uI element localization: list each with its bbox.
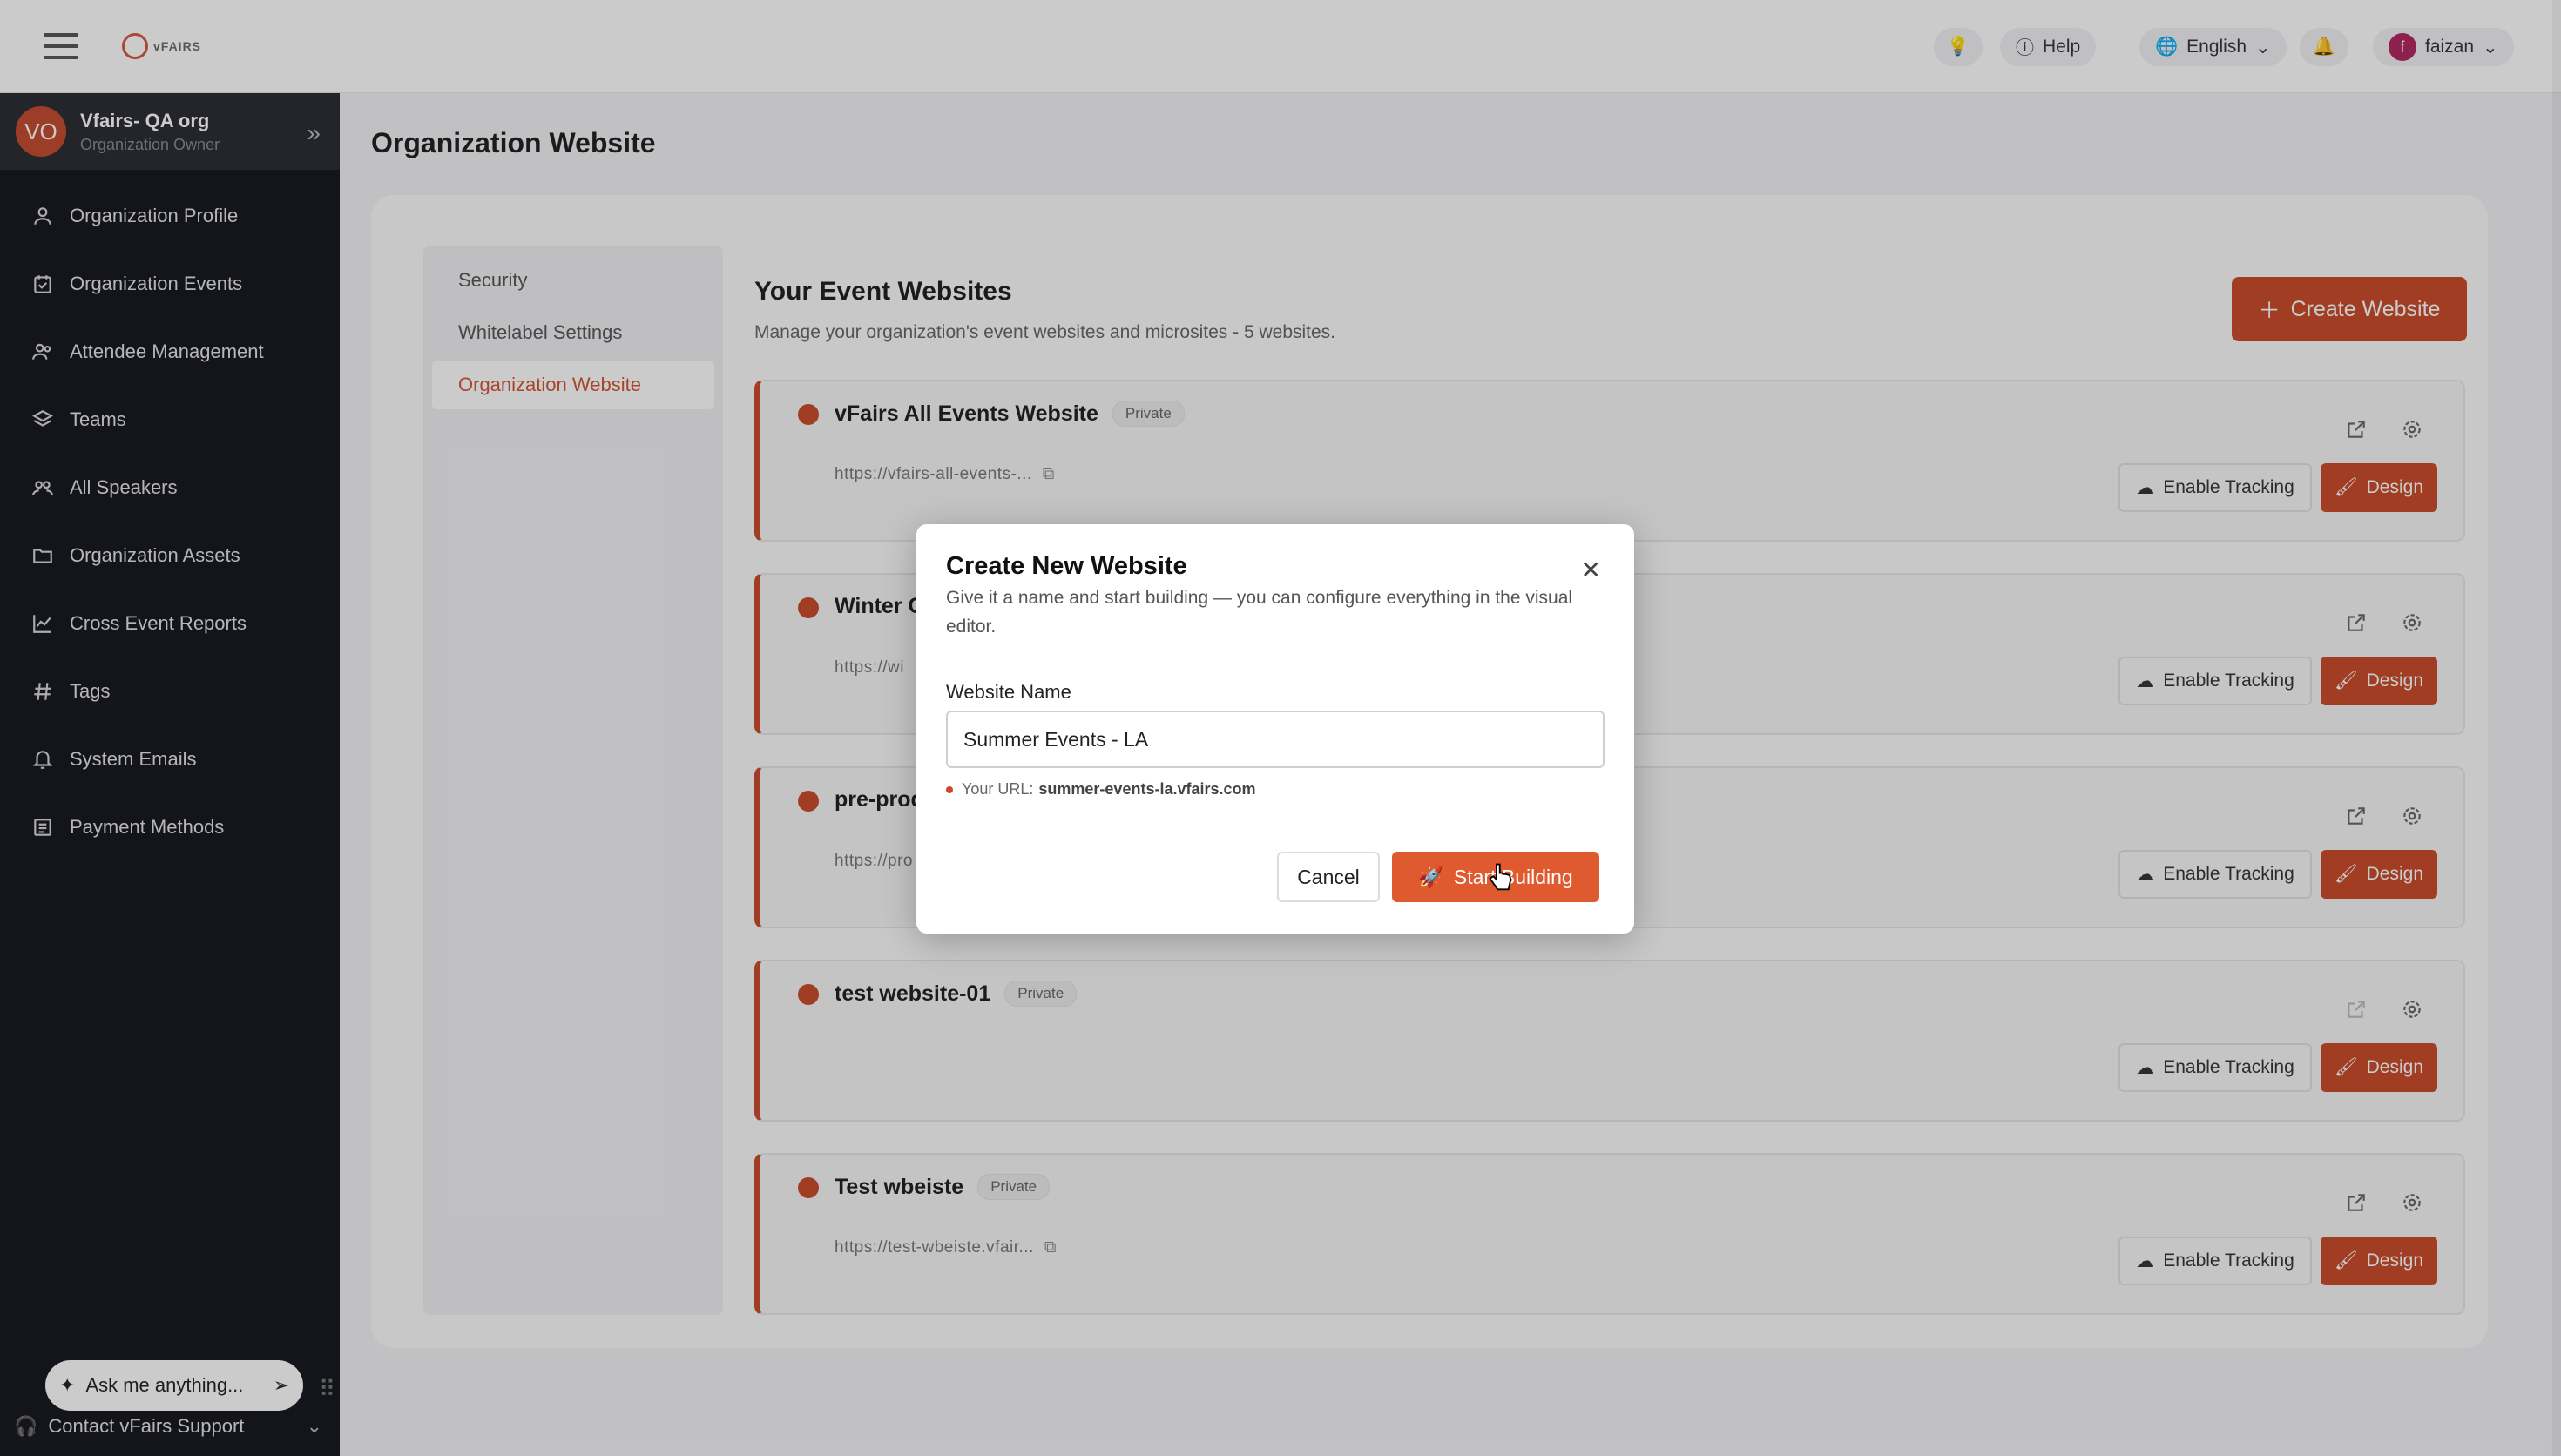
- url-preview-label: Your URL:: [962, 780, 1034, 798]
- url-preview-value: summer-events-la.vfairs.com: [1038, 780, 1256, 798]
- bullet-icon: [946, 785, 953, 793]
- rocket-icon: 🚀: [1418, 865, 1443, 888]
- url-preview: Your URL: summer-events-la.vfairs.com: [946, 780, 1256, 799]
- dialog-title: Create New Website: [946, 552, 1187, 580]
- dialog-description: Give it a name and start building — you …: [946, 588, 1573, 637]
- cancel-button[interactable]: Cancel: [1277, 852, 1380, 902]
- website-name-input[interactable]: [946, 711, 1605, 768]
- close-icon[interactable]: ✕: [1581, 556, 1601, 584]
- website-name-label: Website Name: [946, 681, 1071, 703]
- create-website-dialog: Create New Website ✕ Give it a name and …: [916, 524, 1634, 934]
- hand-cursor-icon: [1489, 863, 1512, 891]
